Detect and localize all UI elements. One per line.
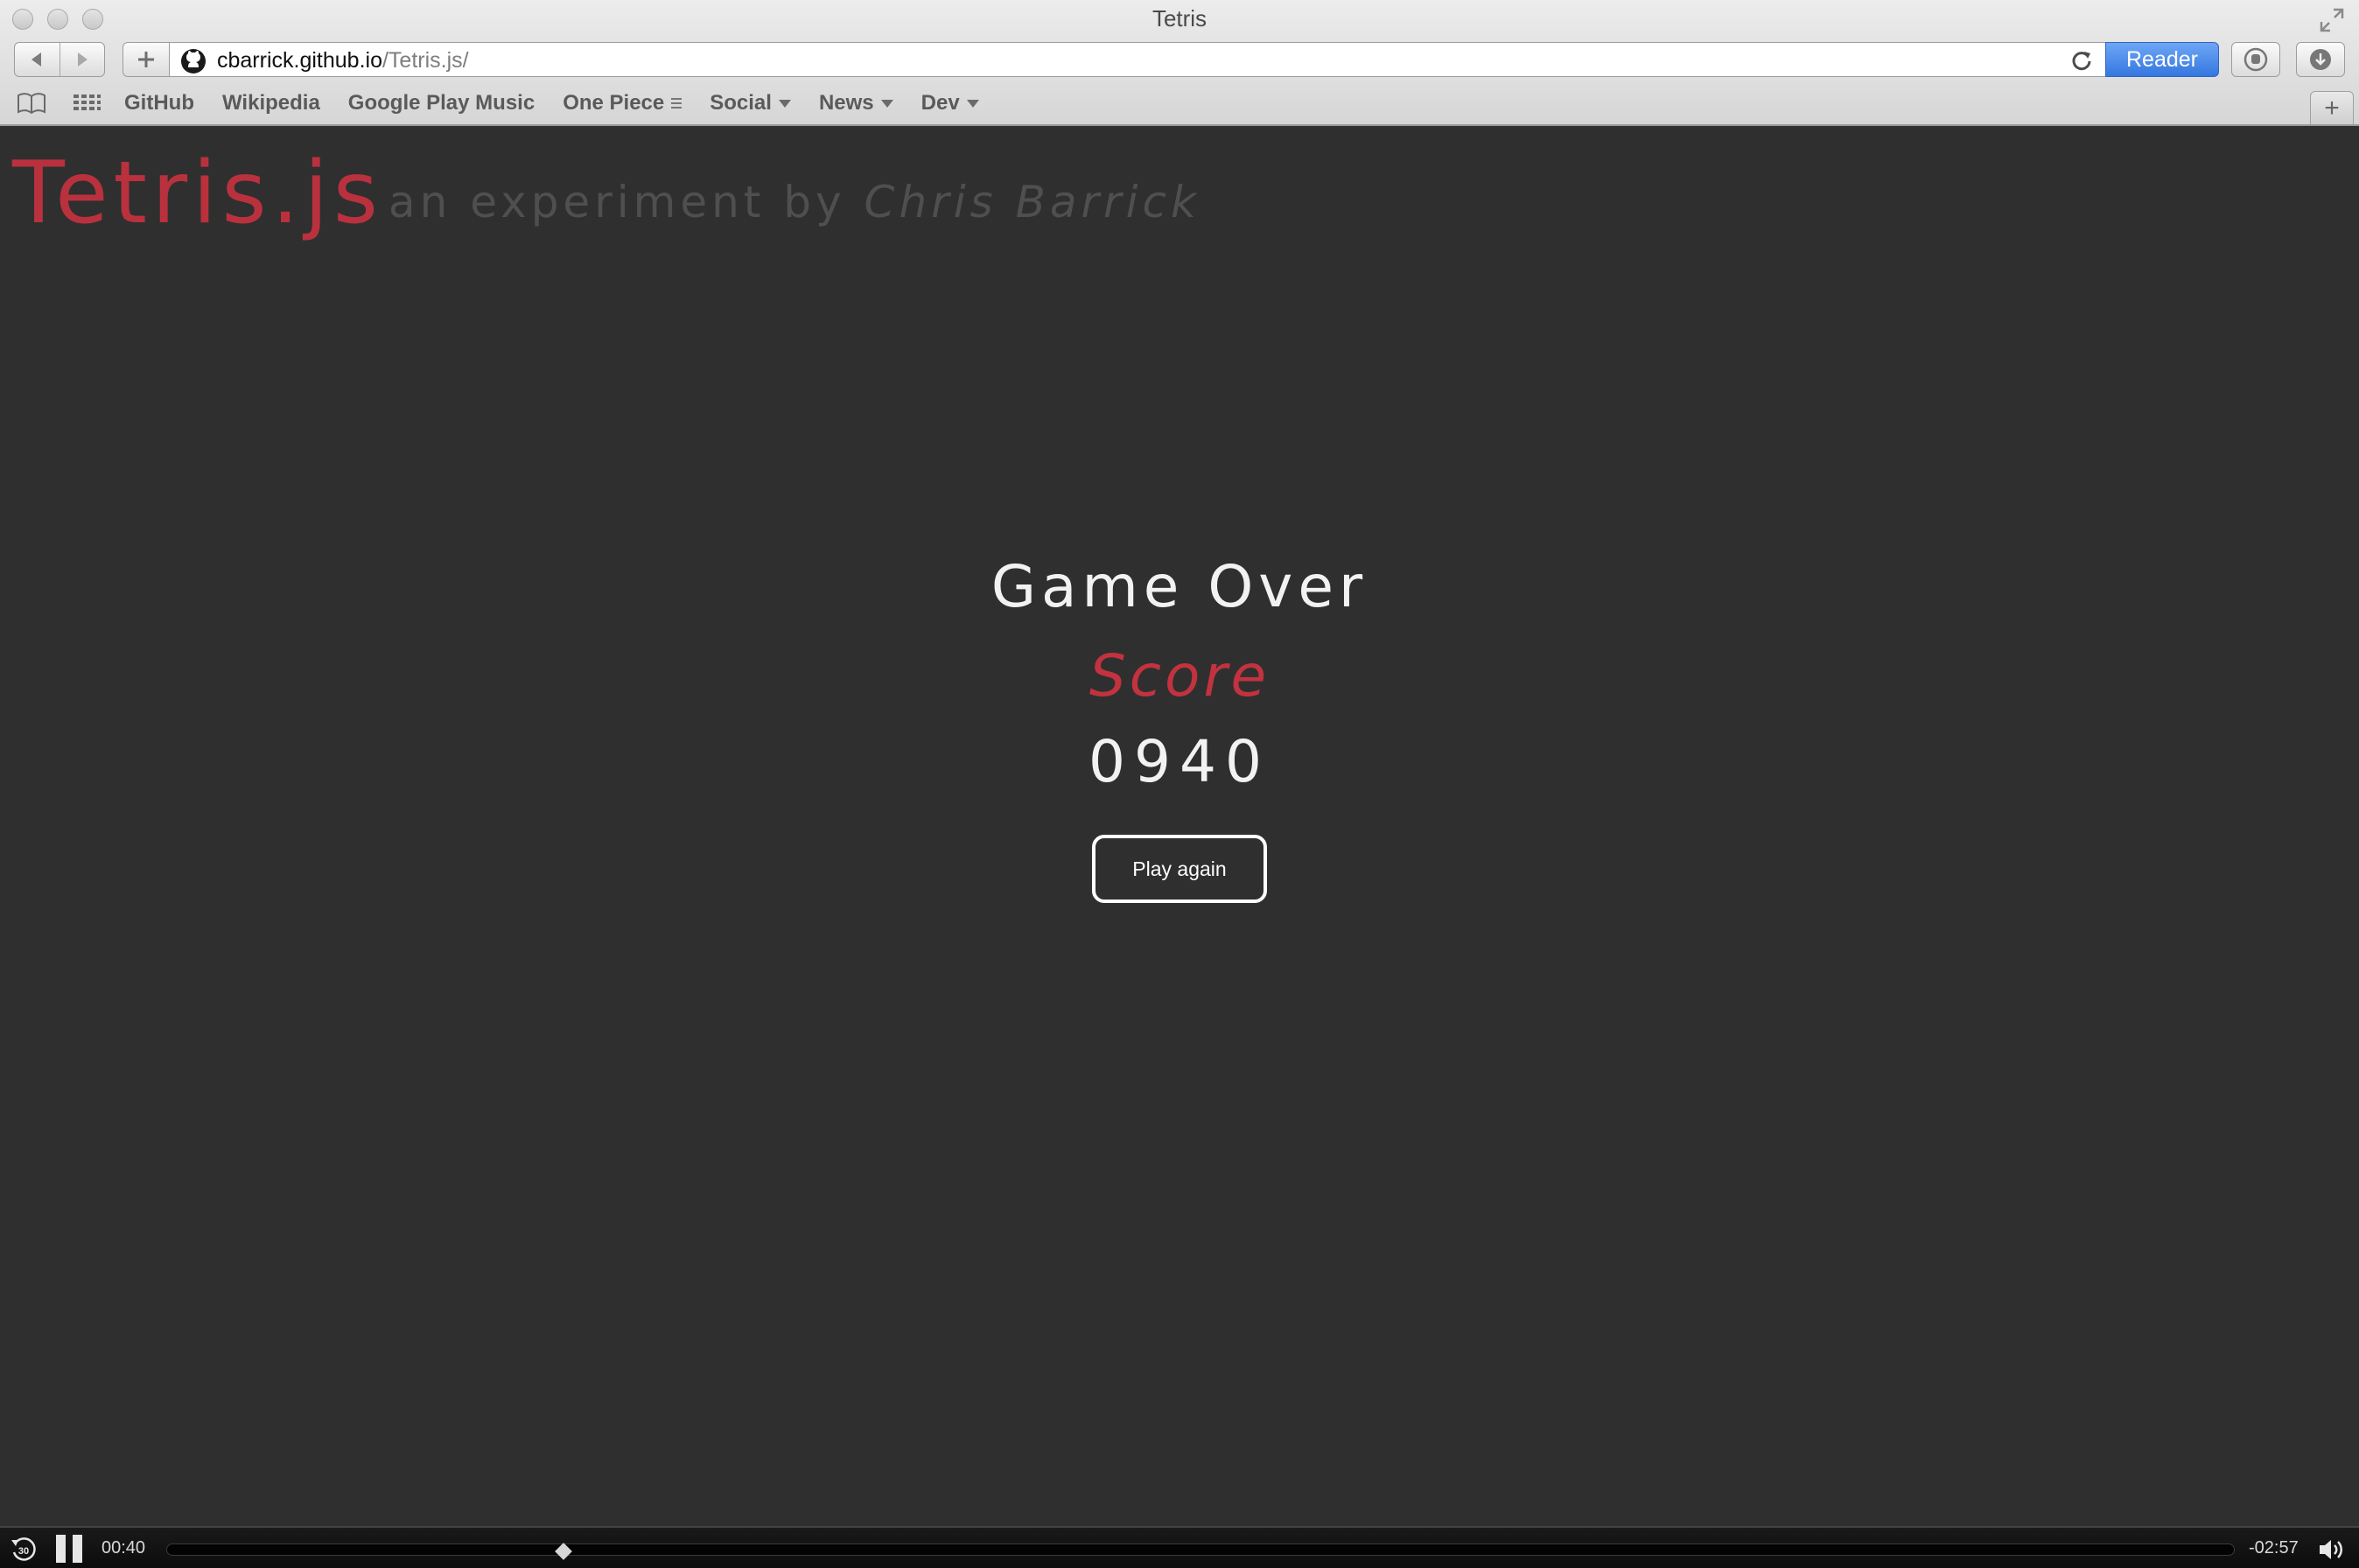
bookmark-label: Social: [710, 91, 772, 115]
bookmark-label: One Piece: [563, 91, 665, 115]
bookmark-label: Wikipedia: [221, 91, 320, 115]
remaining-time: -02:57: [2249, 1538, 2299, 1558]
bookmark-label: Dev: [920, 91, 960, 115]
title-bar: Tetris: [0, 0, 2359, 38]
browser-chrome: Tetris cbarrick.github.io/Tetris.js/ Rea…: [0, 0, 2359, 126]
nav-button-group: [14, 42, 105, 77]
elapsed-time: 00:40: [102, 1538, 146, 1558]
url-domain: cbarrick.github.io: [217, 48, 382, 73]
bookmarks-bar: GitHub Wikipedia Google Play Music One P…: [0, 84, 2359, 124]
reload-icon[interactable]: [2069, 48, 2094, 73]
github-favicon-icon: [181, 49, 206, 74]
add-bookmark-button[interactable]: +: [2310, 91, 2354, 124]
scrubber-track[interactable]: [166, 1543, 2235, 1560]
forward-arrow-icon: [77, 52, 88, 66]
score-value: 0940: [1088, 728, 1270, 795]
site-subtitle: an experiment by Chris Barrick: [388, 177, 1200, 228]
bookmark-wikipedia[interactable]: Wikipedia: [222, 91, 320, 116]
bookmark-menu-social[interactable]: Social: [710, 91, 791, 116]
score-label: Score: [1088, 642, 1270, 710]
bookmark-label: GitHub: [124, 91, 194, 115]
skip-back-30-icon[interactable]: 30: [9, 1535, 38, 1564]
bookmark-github[interactable]: GitHub: [124, 91, 194, 116]
new-tab-button[interactable]: [122, 42, 170, 77]
reader-button[interactable]: Reader: [2105, 42, 2219, 77]
author-name: Chris Barrick: [864, 177, 1200, 228]
url-path: /Tetris.js/: [382, 48, 469, 73]
fullscreen-icon[interactable]: [2319, 7, 2345, 33]
address-bar[interactable]: cbarrick.github.io/Tetris.js/: [170, 42, 2107, 77]
pause-bar-left: [56, 1535, 66, 1563]
pause-bar-right: [73, 1535, 82, 1563]
folder-icon: [671, 98, 682, 108]
chevron-down-icon: [880, 99, 893, 108]
page-content: Tetris.js an experiment by Chris Barrick…: [0, 126, 2359, 1526]
media-controller: 30 00:40 -02:57: [0, 1526, 2359, 1568]
volume-icon[interactable]: [2317, 1536, 2347, 1563]
bookmark-list: GitHub Wikipedia Google Play Music One P…: [124, 91, 1007, 116]
svg-text:30: 30: [18, 1546, 29, 1557]
hand-icon: [2244, 47, 2268, 72]
bookmark-folder-one-piece[interactable]: One Piece: [563, 91, 682, 116]
plus-icon: [138, 52, 154, 67]
window-title: Tetris: [1152, 5, 1208, 32]
bookmark-menu-dev[interactable]: Dev: [921, 91, 979, 116]
bookmark-label: Google Play Music: [347, 91, 536, 115]
top-sites-grid-icon[interactable]: [70, 89, 102, 117]
back-arrow-icon: [32, 52, 42, 66]
scrubber-thumb[interactable]: [555, 1543, 573, 1560]
bookmark-label: News: [818, 91, 874, 115]
chevron-down-icon: [966, 99, 979, 108]
url-text: cbarrick.github.io/Tetris.js/: [217, 48, 469, 74]
subtitle-prefix: an experiment by: [388, 177, 864, 228]
browser-toolbar: cbarrick.github.io/Tetris.js/ Reader: [0, 38, 2359, 82]
download-icon: [2310, 49, 2331, 70]
extension-button[interactable]: [2231, 42, 2280, 77]
site-logo: Tetris.js: [12, 144, 383, 243]
back-button[interactable]: [15, 43, 60, 76]
bookmark-google-play-music[interactable]: Google Play Music: [348, 91, 535, 116]
play-again-button[interactable]: Play again: [1092, 835, 1267, 903]
reading-list-icon[interactable]: [16, 89, 47, 117]
downloads-button[interactable]: [2296, 42, 2345, 77]
chevron-down-icon: [778, 99, 791, 108]
pause-button[interactable]: [54, 1535, 84, 1563]
game-over-heading: Game Over: [990, 553, 1368, 620]
bookmark-menu-news[interactable]: News: [819, 91, 893, 116]
forward-button[interactable]: [59, 43, 104, 76]
